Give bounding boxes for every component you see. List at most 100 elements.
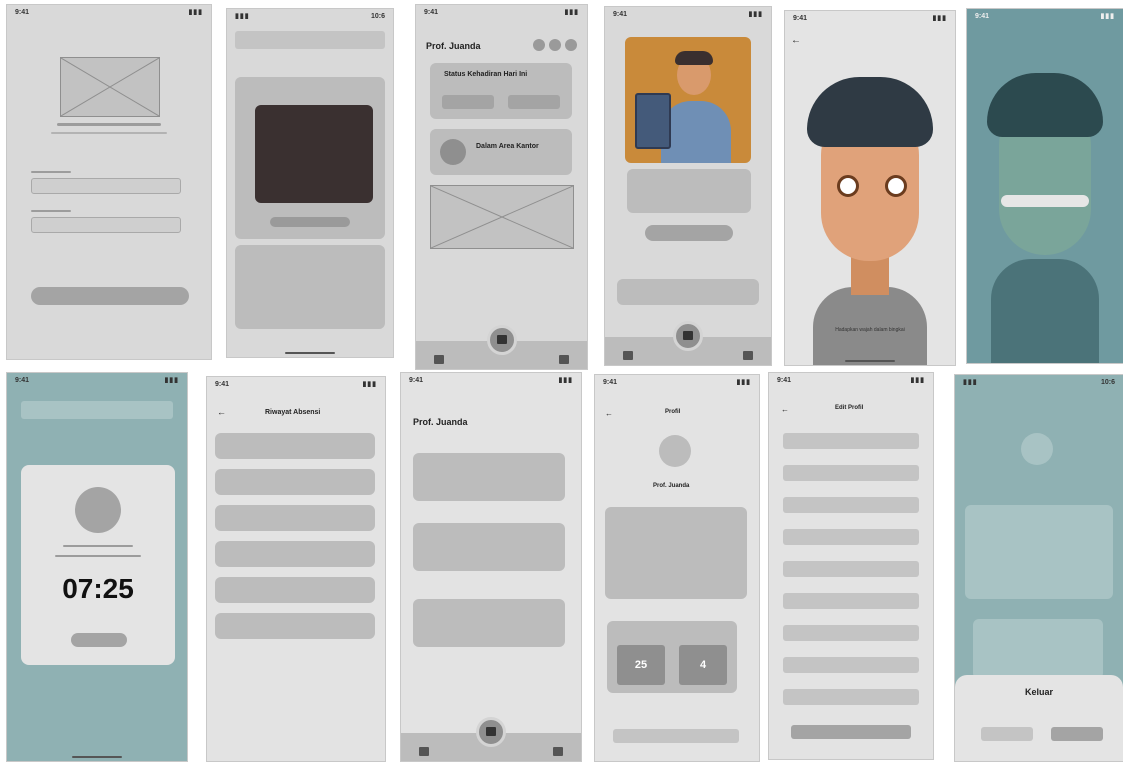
- status-time: 10:6: [370, 12, 385, 20]
- form-field[interactable]: [783, 689, 919, 705]
- check-in-button[interactable]: [442, 95, 494, 109]
- form-field[interactable]: [783, 593, 919, 609]
- signal-icon: ▮▮▮: [564, 9, 579, 16]
- avatar: [1021, 433, 1053, 465]
- form-field[interactable]: [783, 625, 919, 641]
- nav-history[interactable]: [559, 355, 569, 366]
- confirm-logout-button[interactable]: [1051, 727, 1103, 741]
- status-time: 9:41: [424, 8, 439, 16]
- home-indicator: [72, 756, 122, 758]
- form-field[interactable]: [783, 465, 919, 481]
- form-field[interactable]: [783, 433, 919, 449]
- login-button[interactable]: [31, 287, 189, 305]
- ok-button[interactable]: [71, 633, 127, 647]
- username-input[interactable]: [31, 178, 181, 194]
- status-time: 9:41: [15, 376, 30, 384]
- back-arrow-icon[interactable]: ←: [605, 409, 613, 418]
- attendance-fab[interactable]: [673, 321, 703, 351]
- history-item[interactable]: [215, 505, 375, 531]
- success-subtitle: [55, 555, 141, 557]
- status-time: 9:41: [409, 376, 424, 384]
- profile-name: Prof. Juanda: [653, 483, 690, 489]
- signal-icon: ▮▮▮: [932, 15, 947, 22]
- camera-attendance-screen: ▮▮▮ 10:6: [226, 8, 394, 358]
- app-title: [57, 123, 161, 126]
- activity-screen: 9:41 ▮▮▮ Prof. Juanda: [400, 372, 582, 762]
- status-time: 9:41: [603, 378, 618, 386]
- status-time: 9:41: [793, 14, 808, 22]
- logout-button[interactable]: [613, 729, 739, 743]
- status-time: 9:41: [777, 376, 792, 384]
- history-item[interactable]: [215, 613, 375, 639]
- page-header: [21, 401, 173, 419]
- face-scan-screen: 9:41 ▮▮▮ ← Hadapkan wajah dalam bingkai: [784, 10, 956, 366]
- user-name: Prof. Juanda: [413, 417, 468, 427]
- face-registration-screen: 9:41 ▮▮▮: [604, 6, 772, 366]
- history-screen: 9:41 ▮▮▮ ← Riwayat Absensi: [206, 376, 386, 762]
- signal-icon: ▮▮▮: [963, 379, 978, 386]
- attendance-list-card: [617, 279, 759, 305]
- back-arrow-icon[interactable]: ←: [217, 407, 226, 417]
- history-item[interactable]: [215, 469, 375, 495]
- profile-details-card: [605, 507, 747, 599]
- camera-card: [235, 77, 385, 239]
- stat-late: 4: [679, 645, 727, 685]
- avatar: [659, 435, 691, 467]
- location-check-icon: [440, 139, 466, 165]
- history-item[interactable]: [215, 433, 375, 459]
- history-item[interactable]: [215, 577, 375, 603]
- history-title: Riwayat Absensi: [265, 409, 321, 416]
- login-screen: 9:41 ▮▮▮: [6, 4, 212, 360]
- activity-item[interactable]: [413, 523, 565, 571]
- cancel-button[interactable]: [981, 727, 1033, 741]
- settings-icon[interactable]: [549, 39, 561, 51]
- form-field[interactable]: [783, 561, 919, 577]
- back-arrow-icon[interactable]: ←: [781, 405, 789, 414]
- storyboard-canvas: { "status_time": "9:41", "status_alt_tim…: [0, 0, 1123, 762]
- attendance-stats-card: 25 4: [607, 621, 737, 693]
- nav-home[interactable]: [623, 351, 633, 362]
- back-arrow-icon[interactable]: ←: [791, 35, 801, 46]
- status-time: 9:41: [215, 380, 230, 388]
- activity-item[interactable]: [413, 599, 565, 647]
- stats-card: [973, 619, 1103, 679]
- page-header: [235, 31, 385, 49]
- logo-placeholder: [60, 57, 160, 117]
- area-card: Dalam Area Kantor: [430, 129, 572, 175]
- attendance-success-screen: 9:41 ▮▮▮ 07:25: [6, 372, 188, 762]
- nav-home[interactable]: [419, 747, 429, 758]
- logout-dialog: Keluar: [955, 675, 1123, 761]
- signal-icon: ▮▮▮: [910, 377, 925, 384]
- capture-button[interactable]: [270, 217, 350, 227]
- edit-profile-screen: 9:41 ▮▮▮ ← Edit Profil: [768, 372, 934, 760]
- status-card: Status Kehadiran Hari Ini: [430, 63, 572, 119]
- face-illustration: [625, 37, 751, 163]
- save-button[interactable]: [791, 725, 911, 739]
- profile-icon[interactable]: [565, 39, 577, 51]
- history-item[interactable]: [215, 541, 375, 567]
- nav-home[interactable]: [434, 355, 444, 366]
- signal-icon: ▮▮▮: [362, 381, 377, 388]
- instructions-card: [627, 169, 751, 213]
- start-scan-button[interactable]: [645, 225, 733, 241]
- success-modal: 07:25: [21, 465, 175, 665]
- profile-title: Profil: [665, 409, 681, 415]
- form-field[interactable]: [783, 657, 919, 673]
- nav-history[interactable]: [743, 351, 753, 362]
- home-indicator: [845, 360, 895, 362]
- form-field[interactable]: [783, 497, 919, 513]
- map-placeholder: [430, 185, 574, 249]
- check-out-button[interactable]: [508, 95, 560, 109]
- success-title: [63, 545, 133, 547]
- password-input[interactable]: [31, 217, 181, 233]
- face-portrait: [785, 71, 955, 365]
- nav-history[interactable]: [553, 747, 563, 758]
- attendance-fab[interactable]: [486, 325, 517, 355]
- user-name: Prof. Juanda: [426, 41, 481, 51]
- status-title: Status Kehadiran Hari Ini: [444, 71, 528, 78]
- status-time: 9:41: [613, 10, 628, 18]
- notification-icon[interactable]: [533, 39, 545, 51]
- activity-item[interactable]: [413, 453, 565, 501]
- attendance-fab[interactable]: [476, 717, 506, 747]
- form-field[interactable]: [783, 529, 919, 545]
